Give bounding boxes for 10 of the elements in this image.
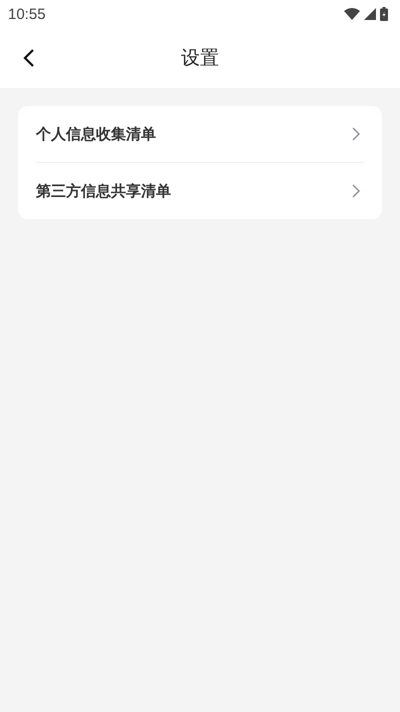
page-title: 设置 <box>181 46 219 71</box>
chevron-icon <box>352 184 360 198</box>
battery-icon <box>380 7 388 21</box>
settings-item[interactable]: 个人信息收集清单 <box>36 106 364 163</box>
back-icon[interactable] <box>23 48 35 68</box>
chevron-icon <box>352 127 360 141</box>
settings-item[interactable]: 第三方信息共享清单 <box>36 163 364 219</box>
signal-icon <box>364 8 376 20</box>
status-time: 10:55 <box>8 6 46 22</box>
wifi-icon <box>344 8 360 20</box>
